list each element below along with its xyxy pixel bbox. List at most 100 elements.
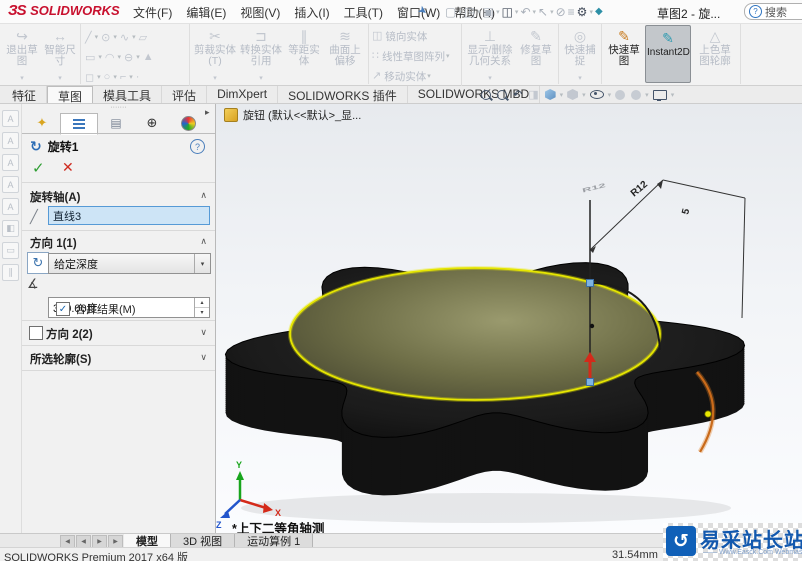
select-icon[interactable]: ↖ [538, 4, 548, 20]
slot-tool-icon[interactable]: ◻ [85, 71, 94, 84]
tab-property-manager[interactable] [60, 113, 98, 135]
search-box[interactable]: ? 搜索 [744, 3, 802, 20]
merge-result-checkbox[interactable]: ✓ [56, 302, 70, 316]
block-icon[interactable]: ◧ [2, 220, 19, 237]
instant2d-button[interactable]: ✎ Instant2D [645, 25, 691, 83]
display-style-icon[interactable] [567, 89, 578, 100]
tab-dimxpert[interactable]: DimXpert [207, 86, 278, 103]
list-icon[interactable]: ≡ [568, 4, 575, 20]
caret-icon[interactable]: ▾ [20, 74, 24, 84]
caret-icon[interactable]: ▾ [515, 8, 519, 16]
sketch-vertex-handle[interactable] [587, 280, 594, 287]
depth-dimension-text[interactable]: 5 [680, 207, 692, 216]
arc-tool-icon[interactable]: ◠ [105, 51, 115, 64]
offset-entities-button[interactable]: ∥ 等距实体 [284, 24, 324, 84]
tab-model[interactable]: 模型 [124, 534, 171, 548]
caret-icon[interactable]: ▾ [589, 8, 593, 16]
menu-file[interactable]: 文件(F) [126, 4, 179, 21]
tab-mold-tools[interactable]: 模具工具 [93, 86, 162, 103]
tab-feature-tree[interactable]: ✦ [24, 113, 60, 133]
print-icon[interactable]: ◫ [502, 4, 513, 20]
caret-icon[interactable]: ▾ [671, 91, 675, 99]
rebuild-icon[interactable]: ◆ [595, 4, 603, 20]
spin-down-icon[interactable]: ▾ [195, 308, 209, 317]
caret-icon[interactable]: ▾ [578, 74, 582, 84]
chevron-down-icon[interactable]: ∨ [200, 327, 207, 338]
rapid-sketch-button[interactable]: ✎ 快速草图 [604, 24, 644, 84]
caret-icon[interactable]: ▾ [113, 33, 117, 41]
spline-tool-icon[interactable]: ∿ [120, 31, 129, 44]
convert-entities-button[interactable]: ⊐ 转换实体引用 ▾ [238, 24, 284, 84]
apply-scene-icon[interactable] [631, 90, 641, 100]
trim-entities-button[interactable]: ✂ 剪裁实体(T) ▾ [192, 24, 238, 84]
caret-icon[interactable]: ▾ [645, 91, 649, 99]
ellipse-tool-icon[interactable]: ⊖ [124, 51, 133, 64]
dimension-extension-line[interactable] [590, 180, 663, 250]
tab-features[interactable]: 特征 [2, 86, 47, 103]
line-tool-icon[interactable]: ╱ [85, 31, 92, 44]
caret-icon[interactable]: ▾ [488, 74, 492, 84]
dimension-line[interactable] [663, 180, 745, 198]
caret-icon[interactable]: ▾ [533, 8, 537, 16]
table-icon[interactable]: ▭ [2, 242, 19, 259]
exit-sketch-button[interactable]: ↪ 退出草图 ▾ [2, 24, 42, 84]
spin-up-icon[interactable]: ▴ [195, 298, 209, 308]
dropdown-arrow-icon[interactable]: ▾ [194, 254, 210, 273]
radius-dimension-text[interactable]: R12 [629, 179, 650, 200]
section-view-icon[interactable]: ◨ [528, 88, 538, 101]
last-tab-icon[interactable]: ▶ [108, 535, 123, 548]
ok-button[interactable]: ✓ [32, 159, 45, 177]
end-condition-dropdown[interactable]: 给定深度 ▾ [48, 253, 211, 274]
surface-finish-icon[interactable]: A [2, 154, 19, 171]
panel-drag-handle[interactable]: ······· [22, 104, 215, 112]
panel-flyout-arrow-icon[interactable]: ▸ [205, 107, 210, 118]
chevron-up-icon[interactable]: ∧ [200, 236, 207, 247]
caret-icon[interactable]: ▾ [213, 74, 217, 84]
point-tool-icon[interactable]: ○ [104, 71, 111, 83]
zoom-fit-icon[interactable] [481, 90, 491, 100]
tab-appearances[interactable] [170, 113, 206, 133]
text-tool-icon[interactable]: · [136, 71, 140, 83]
smart-dimension-button[interactable]: ↔ 智能尺寸 ▾ [42, 24, 78, 84]
view-orientation-icon[interactable] [545, 89, 556, 100]
chevron-up-icon[interactable]: ∧ [200, 190, 207, 201]
caret-icon[interactable]: ▾ [97, 73, 101, 81]
attach-icon[interactable]: ⊘ [556, 4, 566, 20]
polygon-tool-icon[interactable]: ▲ [143, 51, 154, 63]
parallelogram-tool-icon[interactable]: ▱ [139, 31, 147, 44]
caret-icon[interactable]: ▾ [136, 53, 140, 61]
hatch-icon[interactable]: ∥ [2, 264, 19, 281]
quick-snaps-button[interactable]: ◎ 快速捕捉 ▾ [561, 24, 599, 84]
menu-view[interactable]: 视图(V) [233, 4, 287, 21]
hide-show-items-icon[interactable] [590, 90, 604, 99]
vertex-point[interactable] [705, 411, 711, 417]
balloon-icon[interactable]: A [2, 132, 19, 149]
rectangle-tool-icon[interactable]: ▭ [85, 51, 95, 64]
caret-icon[interactable]: ▾ [477, 8, 481, 16]
tab-sw-addins[interactable]: SOLIDWORKS 插件 [278, 86, 408, 103]
fillet-tool-icon[interactable]: ⌐ [120, 71, 126, 83]
caret-icon[interactable]: ▾ [496, 8, 500, 16]
linear-pattern-button[interactable]: ∷ 线性草图阵列 ▾ [372, 48, 458, 65]
caret-icon[interactable]: ▾ [132, 33, 136, 41]
caret-icon[interactable]: ▾ [113, 73, 117, 81]
axis-section-header[interactable]: 旋转轴(A) ∧ [22, 188, 215, 204]
undo-icon[interactable]: ↶ [520, 4, 530, 20]
caret-icon[interactable]: ▾ [129, 73, 133, 81]
save-icon[interactable]: ▣ [483, 4, 494, 20]
datum-feature-icon[interactable]: A [2, 198, 19, 215]
caret-icon[interactable]: ▾ [58, 74, 62, 84]
tab-sketch[interactable]: 草图 [47, 86, 93, 103]
axis-selection-field[interactable]: 直线3 [48, 206, 210, 225]
menu-insert[interactable]: 插入(I) [287, 4, 336, 21]
direction1-section-header[interactable]: 方向 1(1) ∧ [22, 234, 215, 250]
tab-3d-views[interactable]: 3D 视图 [171, 534, 235, 548]
direction2-checkbox[interactable] [29, 326, 43, 340]
flyout-feature-tree[interactable]: 旋钮 (默认<<默认>_显... [224, 107, 361, 123]
foreshortened-dimension-text[interactable]: R12 [582, 182, 607, 194]
view-settings-icon[interactable] [653, 90, 667, 100]
contours-section-header[interactable]: 所选轮廓(S) ∨ [22, 350, 215, 366]
tab-dimxpert-manager[interactable]: ⊕ [134, 113, 170, 133]
sketch-point[interactable] [590, 324, 594, 328]
sketch-vertex-handle[interactable] [587, 379, 594, 386]
